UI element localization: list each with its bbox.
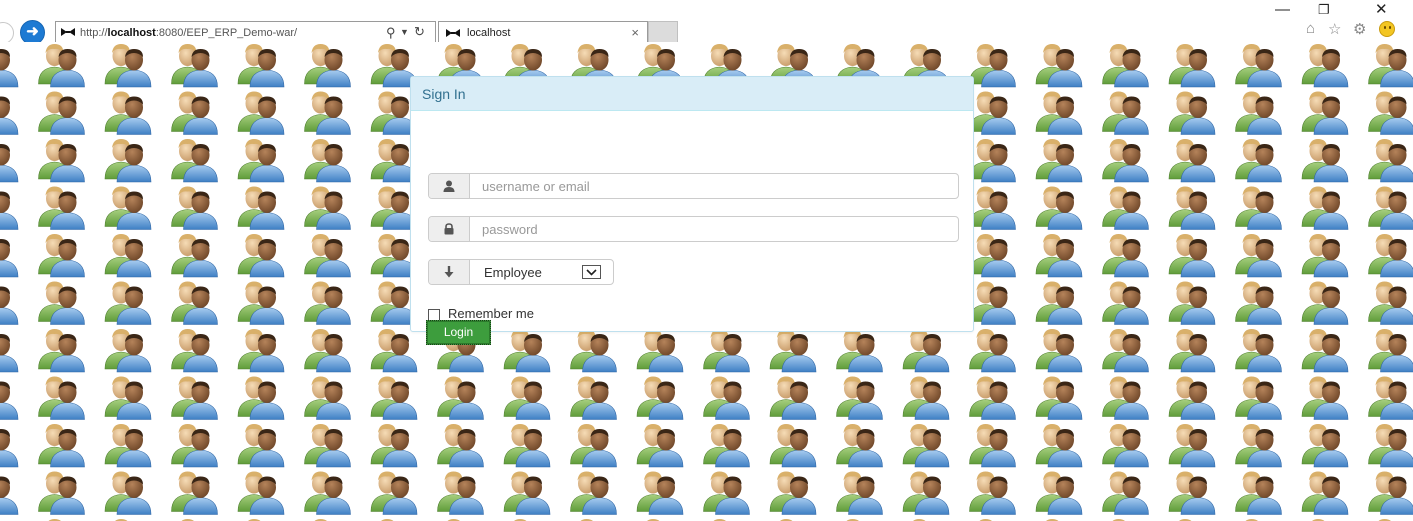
url-text: http://localhost:8080/EEP_ERP_Demo-war/: [80, 27, 298, 39]
home-icon[interactable]: ⌂: [1306, 20, 1315, 37]
tab-label: localhost: [467, 27, 511, 39]
remember-me-label: Remember me: [448, 306, 534, 321]
lock-icon: [429, 217, 470, 241]
username-input[interactable]: [470, 174, 958, 198]
close-icon[interactable]: ×: [631, 25, 639, 40]
new-tab-button[interactable]: [648, 21, 678, 44]
arrow-down-icon: [429, 260, 470, 284]
address-bar[interactable]: http://localhost:8080/EEP_ERP_Demo-war/ …: [55, 21, 436, 44]
star-icon[interactable]: ☆: [1328, 20, 1341, 38]
login-panel: Sign In username or email Employee Remem…: [410, 76, 974, 345]
user-icon: [429, 174, 470, 198]
remember-me-checkbox[interactable]: [428, 308, 440, 321]
forward-arrow-icon: ➜: [26, 23, 39, 40]
remember-me-row: Remember me: [428, 306, 534, 321]
gear-icon[interactable]: ⚙: [1353, 20, 1366, 38]
panel-title: Sign In: [411, 77, 973, 111]
site-icon: [61, 28, 75, 36]
refresh-icon[interactable]: ↻: [414, 24, 425, 40]
password-group: [428, 216, 959, 242]
tab-localhost[interactable]: localhost ×: [438, 21, 648, 44]
login-button[interactable]: Login: [426, 320, 491, 345]
chevron-down-icon[interactable]: ▼: [400, 27, 409, 37]
username-group: [428, 173, 959, 199]
page-content: Sign In username or email Employee Remem…: [0, 42, 1413, 521]
search-icon[interactable]: ⚲: [386, 25, 396, 41]
smiley-icon[interactable]: [1379, 21, 1395, 37]
site-icon: [446, 29, 460, 37]
restore-icon[interactable]: ❐: [1318, 0, 1330, 20]
back-button[interactable]: [0, 22, 14, 44]
password-input[interactable]: [470, 217, 958, 241]
minimize-icon[interactable]: —: [1275, 0, 1290, 20]
window-close-icon[interactable]: ✕: [1375, 0, 1388, 20]
chevron-down-icon[interactable]: [582, 265, 601, 279]
browser-chrome: ➜ http://localhost:8080/EEP_ERP_Demo-war…: [0, 0, 1413, 45]
role-select[interactable]: Employee: [428, 259, 614, 285]
